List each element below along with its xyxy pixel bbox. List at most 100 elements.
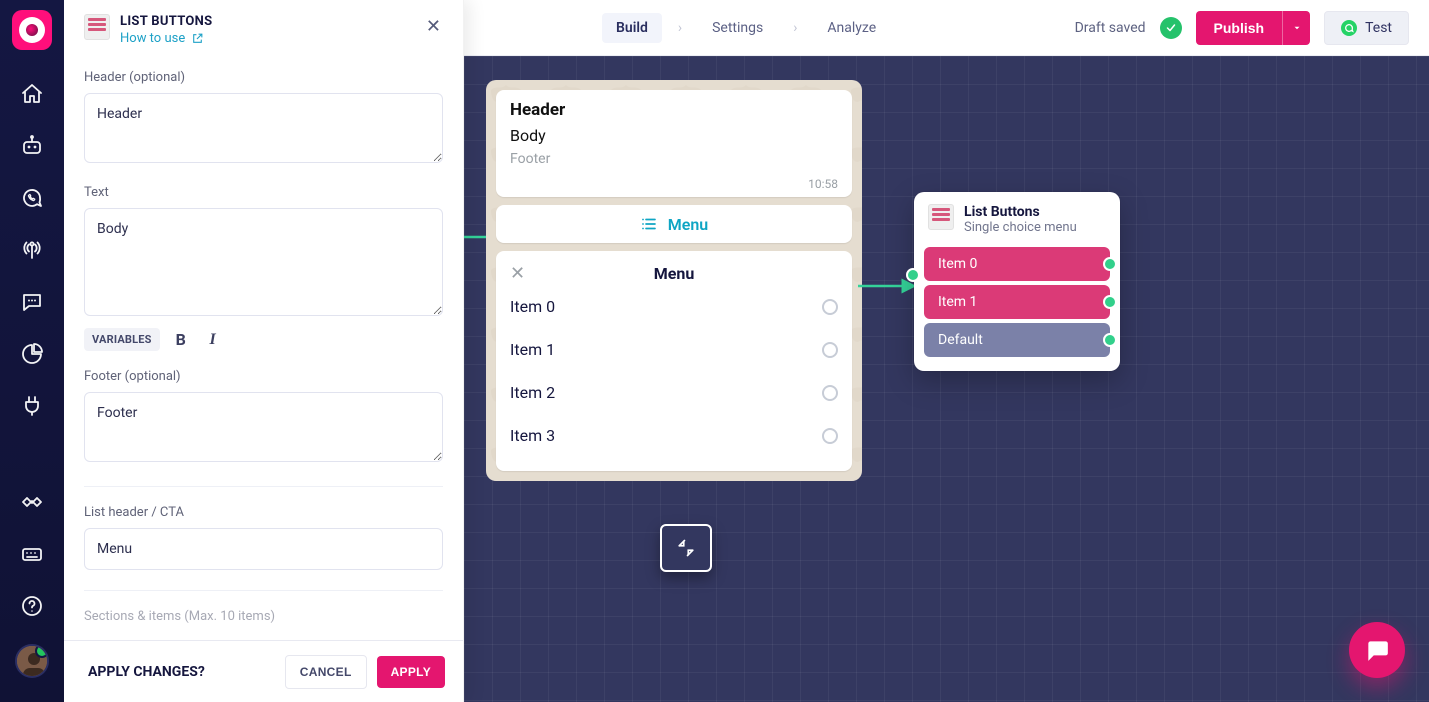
node-option-label: Item 0 xyxy=(938,256,977,272)
how-to-use-link[interactable]: How to use xyxy=(120,31,212,46)
saved-check-icon xyxy=(1160,17,1182,39)
publish-dropdown-button[interactable] xyxy=(1282,11,1310,45)
list-item-label: Item 2 xyxy=(510,383,555,402)
list-item[interactable]: Item 3 xyxy=(510,414,838,457)
cta-label: List header / CTA xyxy=(84,505,443,520)
sheet-title: Menu xyxy=(654,264,695,283)
topbar-right: Draft saved Publish Test xyxy=(1075,11,1409,45)
node-option-label: Item 1 xyxy=(938,294,977,310)
footer-label: Footer (optional) xyxy=(84,369,443,384)
list-icon xyxy=(640,215,658,233)
analytics-icon[interactable] xyxy=(18,340,46,368)
panel-header: LIST BUTTONS How to use ✕ xyxy=(64,0,463,56)
variables-button[interactable]: VARIABLES xyxy=(84,328,160,351)
list-item-label: Item 0 xyxy=(510,297,555,316)
tab-build[interactable]: Build xyxy=(602,13,662,43)
chevron-down-icon xyxy=(1292,23,1302,33)
support-chat-button[interactable] xyxy=(1349,622,1405,678)
italic-button[interactable]: I xyxy=(202,329,224,351)
how-to-use-label: How to use xyxy=(120,31,185,46)
preview-footer: Footer xyxy=(510,151,838,167)
collapse-preview-button[interactable] xyxy=(660,524,712,572)
node-subtitle: Single choice menu xyxy=(964,220,1077,235)
radio-icon xyxy=(822,299,838,315)
chat-bubble-icon xyxy=(1364,637,1390,663)
list-item[interactable]: Item 1 xyxy=(510,328,838,371)
node-option-label: Default xyxy=(938,332,983,348)
node-option-default[interactable]: Default xyxy=(924,323,1110,357)
chat-icon[interactable] xyxy=(18,288,46,316)
external-link-icon xyxy=(191,32,204,45)
node-output-port[interactable] xyxy=(1103,333,1117,347)
cancel-button[interactable]: CANCEL xyxy=(285,655,367,689)
node-option[interactable]: Item 0 xyxy=(924,247,1110,281)
text-label: Text xyxy=(84,185,443,200)
tab-settings[interactable]: Settings xyxy=(698,13,777,43)
editor-panel: LIST BUTTONS How to use ✕ Header (option… xyxy=(64,0,464,702)
nav-primary xyxy=(18,80,46,420)
preview-timestamp: 10:58 xyxy=(510,177,838,191)
test-button[interactable]: Test xyxy=(1324,11,1409,45)
home-icon[interactable] xyxy=(18,80,46,108)
cta-input[interactable] xyxy=(84,528,443,570)
main: Build › Settings › Analyze Draft saved P… xyxy=(464,0,1429,702)
whatsapp-preview: Header Body Footer 10:58 Menu ✕ Menu Ite… xyxy=(486,80,862,481)
compress-icon xyxy=(677,539,695,557)
nav-secondary xyxy=(15,488,49,692)
user-avatar[interactable] xyxy=(15,644,49,678)
preview-menu-label: Menu xyxy=(668,215,708,234)
header-input[interactable] xyxy=(84,93,443,163)
block-type-icon xyxy=(84,14,110,40)
publish-button[interactable]: Publish xyxy=(1196,11,1283,45)
draft-saved-label: Draft saved xyxy=(1075,20,1146,36)
broadcast-icon[interactable] xyxy=(18,236,46,264)
canvas[interactable]: Header Body Footer 10:58 Menu ✕ Menu Ite… xyxy=(464,56,1429,702)
preview-body: Body xyxy=(510,126,838,145)
header-label: Header (optional) xyxy=(84,70,443,85)
panel-footer: APPLY CHANGES? CANCEL APPLY xyxy=(64,640,463,702)
chevron-right-icon: › xyxy=(676,20,684,36)
block-type-icon xyxy=(928,204,954,230)
radio-icon xyxy=(822,428,838,444)
bold-button[interactable]: B xyxy=(170,329,192,351)
sections-label: Sections & items (Max. 10 items) xyxy=(84,609,443,624)
topbar: Build › Settings › Analyze Draft saved P… xyxy=(464,0,1429,56)
node-option[interactable]: Item 1 xyxy=(924,285,1110,319)
test-label: Test xyxy=(1365,20,1392,36)
radio-icon xyxy=(822,385,838,401)
node-title: List Buttons xyxy=(964,204,1077,220)
publish-group: Publish xyxy=(1196,11,1311,45)
handshake-icon[interactable] xyxy=(18,488,46,516)
node-input-port[interactable] xyxy=(906,268,920,282)
list-item[interactable]: Item 2 xyxy=(510,371,838,414)
preview-menu-button[interactable]: Menu xyxy=(496,205,852,243)
node-output-port[interactable] xyxy=(1103,295,1117,309)
chevron-right-icon: › xyxy=(791,20,799,36)
flow-node-list-buttons[interactable]: List Buttons Single choice menu Item 0 I… xyxy=(914,192,1120,371)
close-panel-button[interactable]: ✕ xyxy=(422,14,445,40)
footer-input[interactable] xyxy=(84,392,443,462)
list-item-label: Item 3 xyxy=(510,426,555,445)
preview-header: Header xyxy=(510,100,838,120)
brand-logo[interactable] xyxy=(12,10,52,50)
app-sidebar xyxy=(0,0,64,702)
integrations-icon[interactable] xyxy=(18,392,46,420)
whatsapp-badge-icon xyxy=(1341,20,1357,36)
radio-icon xyxy=(822,342,838,358)
list-item-label: Item 1 xyxy=(510,340,555,359)
text-input[interactable] xyxy=(84,208,443,316)
message-bubble: Header Body Footer 10:58 xyxy=(496,90,852,197)
sheet-close-button[interactable]: ✕ xyxy=(510,263,525,284)
list-item[interactable]: Item 0 xyxy=(510,285,838,328)
help-icon[interactable] xyxy=(18,592,46,620)
preview-menu-sheet: ✕ Menu Item 0 Item 1 Item 2 Item 3 xyxy=(496,251,852,471)
panel-body: Header (optional) Text VARIABLES B I Foo… xyxy=(64,56,463,640)
apply-button[interactable]: APPLY xyxy=(377,656,445,688)
node-header: List Buttons Single choice menu xyxy=(922,202,1112,243)
tab-analyze[interactable]: Analyze xyxy=(813,13,890,43)
text-toolbar: VARIABLES B I xyxy=(84,328,443,351)
whatsapp-icon[interactable] xyxy=(18,184,46,212)
keyboard-icon[interactable] xyxy=(18,540,46,568)
bot-icon[interactable] xyxy=(18,132,46,160)
node-output-port[interactable] xyxy=(1103,257,1117,271)
